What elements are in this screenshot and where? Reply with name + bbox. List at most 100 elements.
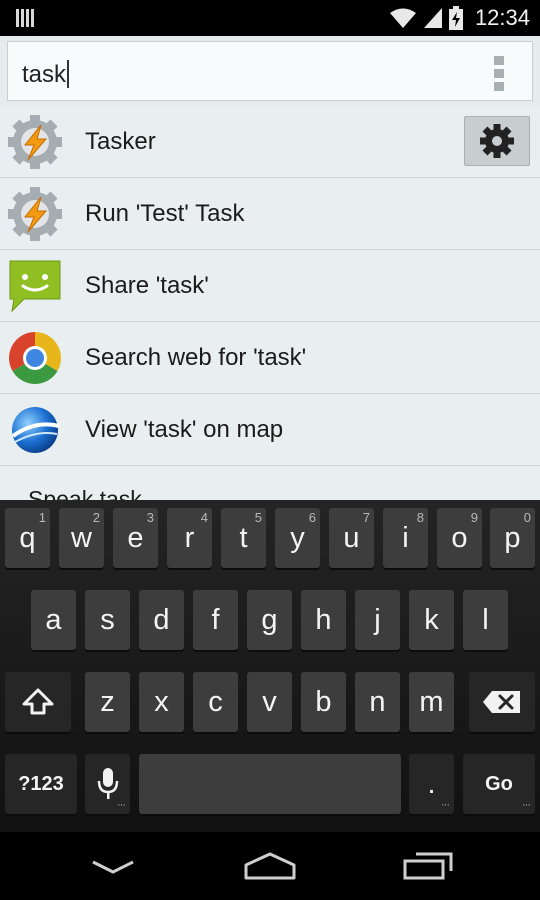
voice-input-key[interactable]: ··· [85, 754, 130, 814]
key-label: y [290, 521, 305, 554]
recent-apps-button[interactable] [398, 846, 458, 886]
backspace-icon [483, 691, 520, 713]
key-s[interactable]: s [85, 590, 130, 650]
key-label: i [402, 521, 409, 554]
key-hint: 8 [416, 510, 424, 525]
shift-icon [22, 688, 54, 715]
messaging-icon [8, 259, 62, 313]
result-label: Run 'Test' Task [85, 200, 245, 227]
key-n[interactable]: n [355, 672, 400, 732]
key-m[interactable]: m [409, 672, 454, 732]
more-dots-icon: ··· [441, 799, 450, 811]
key-y[interactable]: y6 [275, 508, 320, 568]
recent-apps-icon [403, 852, 453, 880]
key-e[interactable]: e3 [113, 508, 158, 568]
battery-icon [448, 6, 463, 30]
result-run-task[interactable]: Run 'Test' Task [0, 178, 540, 250]
results-list: Tasker Run 'Test' Task Share 'task' Sear… [0, 106, 540, 500]
key-hint: 9 [470, 510, 478, 525]
result-label: Speak task [28, 486, 142, 500]
status-time: 12:34 [474, 5, 530, 30]
key-hint: 6 [308, 510, 316, 525]
result-label: Search web for 'task' [85, 344, 307, 371]
more-dots-icon: ··· [117, 799, 126, 811]
key-h[interactable]: h [301, 590, 346, 650]
key-hint: 0 [523, 510, 531, 525]
search-query: task [22, 61, 67, 88]
chevron-down-icon [92, 860, 134, 874]
period-key[interactable]: . ··· [409, 754, 454, 814]
text-cursor [67, 60, 70, 88]
key-a[interactable]: a [31, 590, 76, 650]
key-hint: 1 [38, 510, 46, 525]
home-button[interactable] [240, 846, 300, 886]
result-label: Share 'task' [85, 272, 209, 299]
result-speak[interactable]: Speak task [0, 466, 540, 500]
key-label: t [239, 521, 248, 554]
search-input[interactable]: task [7, 41, 533, 101]
key-o[interactable]: o9 [437, 508, 482, 568]
key-b[interactable]: b [301, 672, 346, 732]
key-label: e [127, 521, 144, 554]
key-hint: 7 [362, 510, 370, 525]
key-p[interactable]: p0 [490, 508, 535, 568]
key-label: q [19, 521, 36, 554]
key-label: p [504, 521, 521, 554]
key-k[interactable]: k [409, 590, 454, 650]
result-label: Tasker [85, 128, 156, 155]
overflow-menu-icon[interactable] [494, 56, 504, 91]
barcode-icon [16, 9, 34, 27]
status-bar: 12:34 [0, 0, 540, 36]
gear-icon [480, 124, 514, 158]
key-g[interactable]: g [247, 590, 292, 650]
key-label: o [451, 521, 468, 554]
tasker-icon [8, 115, 62, 169]
chrome-icon [8, 331, 62, 385]
back-button[interactable] [83, 846, 143, 886]
key-label: r [184, 521, 195, 554]
key-j[interactable]: j [355, 590, 400, 650]
key-t[interactable]: t5 [221, 508, 266, 568]
tasker-icon [8, 187, 62, 241]
result-tasker[interactable]: Tasker [0, 106, 540, 178]
result-label: View 'task' on map [85, 416, 284, 443]
key-hint: 5 [254, 510, 262, 525]
signal-icon [423, 8, 442, 28]
key-label: u [343, 521, 360, 554]
home-icon [244, 852, 296, 880]
key-c[interactable]: c [193, 672, 238, 732]
key-hint: 3 [146, 510, 154, 525]
shift-key[interactable] [5, 672, 71, 732]
key-label: . [427, 767, 436, 800]
key-label: w [71, 521, 92, 554]
key-f[interactable]: f [193, 590, 238, 650]
key-x[interactable]: x [139, 672, 184, 732]
google-earth-icon [8, 403, 62, 457]
result-share[interactable]: Share 'task' [0, 250, 540, 322]
key-w[interactable]: w2 [59, 508, 104, 568]
key-hint: 4 [200, 510, 208, 525]
key-i[interactable]: i8 [383, 508, 428, 568]
key-q[interactable]: q1 [5, 508, 50, 568]
microphone-icon [97, 768, 118, 799]
result-search-web[interactable]: Search web for 'task' [0, 322, 540, 394]
wifi-icon [389, 8, 416, 28]
key-l[interactable]: l [463, 590, 508, 650]
key-v[interactable]: v [247, 672, 292, 732]
key-label: ?123 [18, 772, 64, 795]
result-view-map[interactable]: View 'task' on map [0, 394, 540, 466]
key-z[interactable]: z [85, 672, 130, 732]
key-r[interactable]: r4 [167, 508, 212, 568]
backspace-key[interactable] [469, 672, 535, 732]
navigation-bar [0, 832, 540, 900]
space-bar[interactable] [139, 754, 401, 814]
search-bar-container: task [0, 36, 540, 106]
app-settings-button[interactable] [464, 116, 530, 166]
key-label: Go [485, 772, 513, 795]
key-d[interactable]: d [139, 590, 184, 650]
go-key[interactable]: Go ··· [463, 754, 535, 814]
key-u[interactable]: u7 [329, 508, 374, 568]
symbols-key[interactable]: ?123 [5, 754, 77, 814]
key-hint: 2 [92, 510, 100, 525]
soft-keyboard: q1 w2 e3 r4 t5 y6 u7 i8 o9 p0 a s d f g … [0, 500, 540, 832]
